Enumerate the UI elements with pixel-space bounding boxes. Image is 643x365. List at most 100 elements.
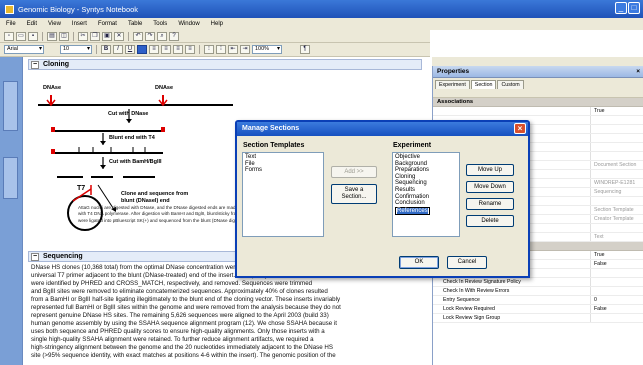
move-up-button[interactable]: Move Up <box>466 164 514 176</box>
menu-view[interactable]: View <box>48 21 61 27</box>
underline-icon[interactable]: U <box>125 45 135 54</box>
italic-icon[interactable]: I <box>113 45 123 54</box>
cancel-button[interactable]: Cancel <box>447 256 487 269</box>
list-item[interactable]: Sequencing <box>395 180 457 187</box>
property-value[interactable]: True <box>591 107 643 115</box>
property-row[interactable]: Check In Review Signature Policy <box>433 278 643 287</box>
cut-icon[interactable]: ✂ <box>78 31 88 41</box>
property-value[interactable]: False <box>591 305 643 313</box>
tab-section[interactable]: Section <box>470 80 497 89</box>
list-item[interactable]: Confirmation <box>395 194 457 201</box>
navigator-tab[interactable] <box>3 81 18 131</box>
section-header-cloning[interactable]: − Cloning <box>28 59 422 70</box>
paragraph-icon[interactable]: ¶ <box>300 45 310 54</box>
menu-window[interactable]: Window <box>178 21 199 27</box>
property-group-associations[interactable]: Associations <box>433 98 643 107</box>
menu-table[interactable]: Table <box>128 21 142 27</box>
property-value[interactable] <box>591 125 643 133</box>
menu-insert[interactable]: Insert <box>72 21 87 27</box>
property-value[interactable]: True <box>591 251 643 259</box>
close-icon[interactable]: × <box>514 123 526 134</box>
ok-button[interactable]: OK <box>399 256 439 269</box>
menu-format[interactable]: Format <box>98 21 117 27</box>
numbering-icon[interactable]: ⁞ <box>216 45 226 54</box>
property-value[interactable]: False <box>591 260 643 268</box>
align-left-icon[interactable]: ≡ <box>149 45 159 54</box>
list-item[interactable]: Objective <box>395 154 457 161</box>
property-value[interactable]: Document Section <box>591 161 643 169</box>
font-select[interactable]: Arial <box>4 45 44 54</box>
collapse-icon[interactable]: − <box>31 61 39 69</box>
property-value[interactable]: Creator Template <box>591 215 643 223</box>
undo-icon[interactable]: ↶ <box>133 31 143 41</box>
property-value[interactable] <box>591 152 643 160</box>
indent-icon[interactable]: ⇥ <box>240 45 250 54</box>
property-value[interactable] <box>591 170 643 178</box>
preview-icon[interactable]: ◫ <box>59 31 69 41</box>
list-item[interactable]: File <box>245 161 321 168</box>
move-down-button[interactable]: Move Down <box>466 181 514 193</box>
property-value[interactable] <box>591 287 643 295</box>
minimize-icon[interactable]: _ <box>615 2 627 14</box>
list-item[interactable]: Conclusion <box>395 200 457 207</box>
menu-file[interactable]: File <box>6 21 16 27</box>
delete-button[interactable]: Delete <box>466 215 514 227</box>
property-row[interactable]: Check In With Review Errors <box>433 287 643 296</box>
align-center-icon[interactable]: ≡ <box>161 45 171 54</box>
property-value[interactable] <box>591 116 643 124</box>
zoom-select[interactable]: 100% <box>252 45 282 54</box>
find-icon[interactable]: ⌕ <box>157 31 167 41</box>
menu-edit[interactable]: Edit <box>27 21 37 27</box>
paste-icon[interactable]: ▣ <box>102 31 112 41</box>
open-icon[interactable]: ▭ <box>16 31 26 41</box>
list-item[interactable]: Text <box>245 154 321 161</box>
property-row[interactable]: Entry Sequence 0 <box>433 296 643 305</box>
property-row[interactable]: True <box>433 107 643 116</box>
list-item[interactable]: Results <box>395 187 457 194</box>
menu-tools[interactable]: Tools <box>153 21 167 27</box>
help-icon[interactable]: ? <box>169 31 179 41</box>
redo-icon[interactable]: ↷ <box>145 31 155 41</box>
property-value[interactable] <box>591 143 643 151</box>
tab-custom[interactable]: Custom <box>497 80 524 89</box>
maximize-icon[interactable]: □ <box>628 2 640 14</box>
align-right-icon[interactable]: ≡ <box>173 45 183 54</box>
rename-button[interactable]: Rename <box>466 198 514 210</box>
print-icon[interactable]: ▤ <box>47 31 57 41</box>
bullets-icon[interactable]: ⁝ <box>204 45 214 54</box>
highlight-icon[interactable] <box>137 45 147 54</box>
add-button[interactable]: Add >> <box>331 166 377 178</box>
bold-icon[interactable]: B <box>101 45 111 54</box>
collapse-icon[interactable]: − <box>31 253 39 261</box>
property-value[interactable] <box>591 224 643 232</box>
font-size-select[interactable]: 10 <box>60 45 92 54</box>
list-item[interactable]: Forms <box>245 167 321 174</box>
property-value[interactable] <box>591 197 643 205</box>
rename-field[interactable]: References <box>395 206 430 216</box>
outdent-icon[interactable]: ⇤ <box>228 45 238 54</box>
list-item[interactable]: Preparations <box>395 167 457 174</box>
list-item[interactable]: Cloning <box>395 174 457 181</box>
list-item[interactable]: Background <box>395 161 457 168</box>
property-row[interactable]: Lock Review Sign Group <box>433 314 643 323</box>
save-icon[interactable]: ▪ <box>28 31 38 41</box>
property-value[interactable]: WINDREP-E1281 <box>591 179 643 187</box>
close-icon[interactable]: × <box>636 66 640 78</box>
property-value[interactable]: Sequencing <box>591 188 643 196</box>
menu-help[interactable]: Help <box>211 21 223 27</box>
delete-icon[interactable]: ✕ <box>114 31 124 41</box>
property-value[interactable]: 0 <box>591 296 643 304</box>
property-value[interactable] <box>591 314 643 322</box>
property-value[interactable] <box>591 269 643 277</box>
experiment-sections-list[interactable]: Objective Background Preparations Cloning Se… <box>392 152 460 237</box>
justify-icon[interactable]: ≡ <box>185 45 195 54</box>
property-row[interactable]: Lock Review Required False <box>433 305 643 314</box>
new-icon[interactable]: ▫ <box>4 31 14 41</box>
section-templates-list[interactable]: Text File Forms <box>242 152 324 237</box>
copy-icon[interactable]: ❐ <box>90 31 100 41</box>
save-section-button[interactable]: Save a Section... <box>331 184 377 204</box>
property-value[interactable] <box>591 134 643 142</box>
tab-experiment[interactable]: Experiment <box>435 80 470 89</box>
search-tab[interactable] <box>3 157 18 199</box>
property-value[interactable] <box>591 278 643 286</box>
